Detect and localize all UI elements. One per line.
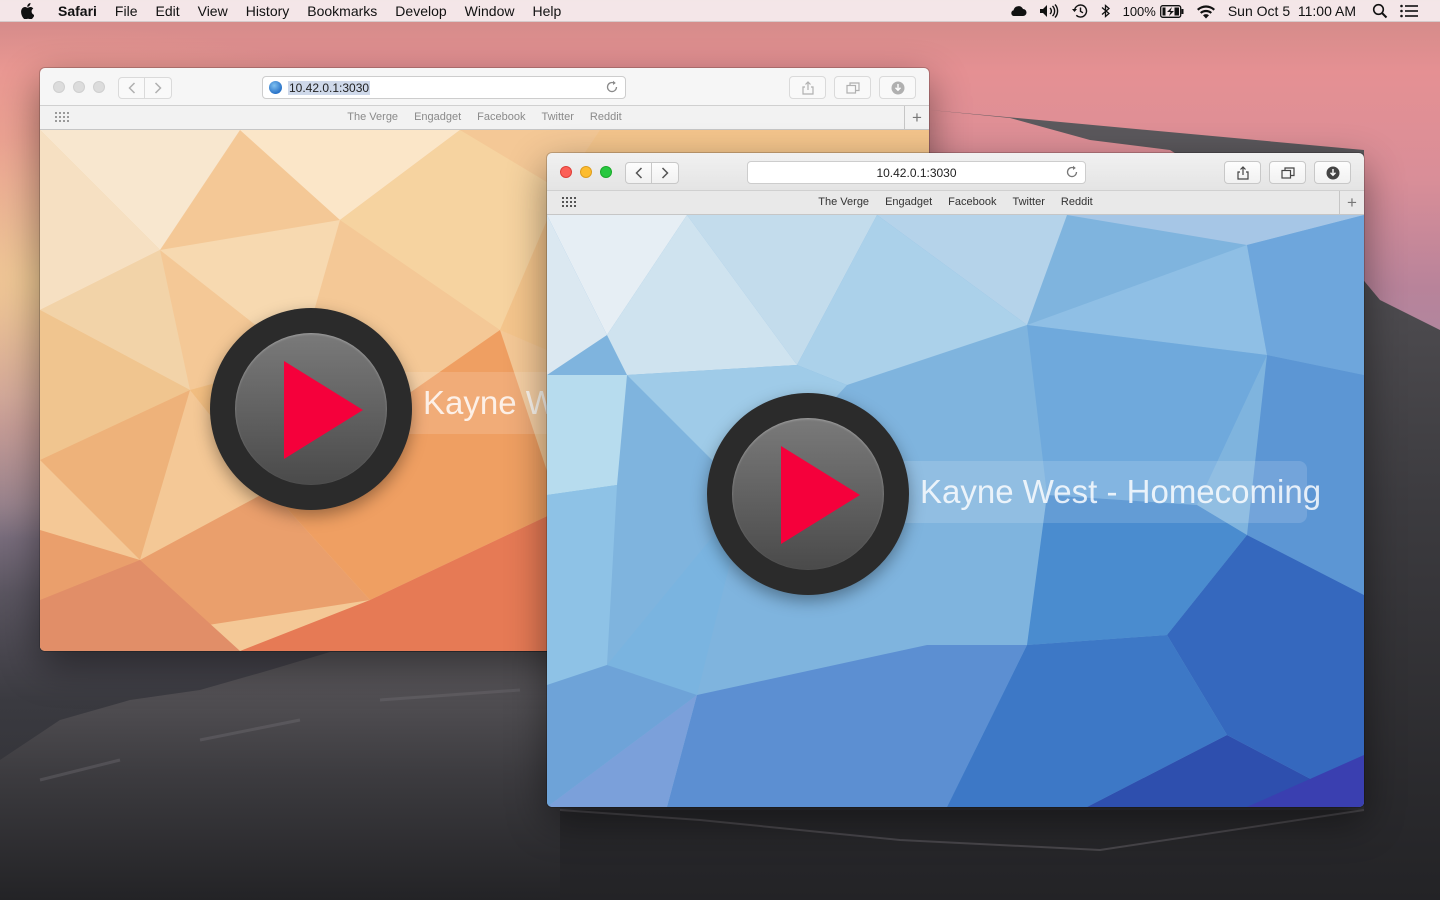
battery-percent[interactable]: 100% [1123,4,1156,19]
download-icon [1326,166,1339,179]
tabs-overview-button[interactable] [834,76,871,99]
address-bar[interactable]: 10.42.0.1:3030 [262,76,626,99]
reload-icon[interactable] [605,80,619,94]
toolbar: 10.42.0.1:3030 [40,68,929,106]
share-icon [1236,165,1249,180]
cloud-icon[interactable] [1009,5,1027,17]
plus-icon: + [1347,192,1357,212]
share-icon [801,80,814,95]
share-button[interactable] [789,76,826,99]
favorites-bar: The Verge Engadget Facebook Twitter Redd… [547,191,1364,215]
track-title: Kayne West - Homecoming [920,473,1322,510]
minimize-button[interactable] [73,81,85,93]
downloads-button[interactable] [879,76,916,99]
new-tab-button[interactable]: + [1339,191,1364,214]
toolbar: 10.42.0.1:3030 [547,153,1364,191]
favorite-twitter[interactable]: Twitter [1004,196,1052,208]
bluetooth-icon[interactable] [1101,3,1111,19]
zoom-button[interactable] [93,81,105,93]
play-button[interactable] [707,393,909,595]
favorite-the-verge[interactable]: The Verge [810,196,877,208]
battery-icon[interactable] [1159,4,1184,18]
status-area: 100% Sun Oct 5 11:00 AM [1009,0,1440,22]
new-tab-button[interactable]: + [904,106,929,129]
address-bar[interactable]: 10.42.0.1:3030 [747,161,1086,184]
page-content: Kayne West - Homecoming [547,215,1364,807]
favorite-reddit[interactable]: Reddit [582,111,630,123]
forward-button[interactable] [652,162,679,184]
favorite-facebook[interactable]: Facebook [940,196,1004,208]
menu-develop[interactable]: Develop [386,3,455,19]
chevron-left-icon [127,82,135,94]
menu-history[interactable]: History [237,3,299,19]
url-text[interactable]: 10.42.0.1:3030 [288,80,371,95]
forward-button[interactable] [145,77,172,99]
favorites-list: The Verge Engadget Facebook Twitter Redd… [40,111,929,123]
tabs-icon [1280,166,1295,179]
volume-icon[interactable] [1039,4,1059,18]
chevron-left-icon [634,167,642,179]
globe-icon [269,81,282,94]
downloads-button[interactable] [1314,161,1351,184]
spotlight-icon[interactable] [1372,3,1388,19]
tabs-icon [845,81,860,94]
close-button[interactable] [53,81,65,93]
menu-view[interactable]: View [189,3,237,19]
back-button[interactable] [118,77,145,99]
menu-window[interactable]: Window [456,3,524,19]
back-button[interactable] [625,162,652,184]
nav-buttons [118,77,172,99]
favorite-engadget[interactable]: Engadget [406,111,469,123]
time-machine-icon[interactable] [1071,3,1089,19]
favorite-twitter[interactable]: Twitter [533,111,581,123]
play-button[interactable] [210,308,412,510]
play-icon [284,361,363,459]
apple-icon[interactable] [20,2,40,19]
download-icon [891,81,904,94]
tabs-overview-button[interactable] [1269,161,1306,184]
window-controls [560,166,612,178]
nav-buttons [625,162,679,184]
minimize-button[interactable] [580,166,592,178]
menu-bookmarks[interactable]: Bookmarks [298,3,386,19]
chevron-right-icon [154,82,162,94]
notification-center-icon[interactable] [1400,4,1418,18]
window-controls [53,81,105,93]
favorite-engadget[interactable]: Engadget [877,196,940,208]
menu-file[interactable]: File [106,3,147,19]
menu-edit[interactable]: Edit [146,3,188,19]
favorite-the-verge[interactable]: The Verge [339,111,406,123]
share-button[interactable] [1224,161,1261,184]
wifi-icon[interactable] [1196,4,1216,19]
clock-datetime[interactable]: Sun Oct 5 11:00 AM [1228,3,1356,19]
zoom-button[interactable] [600,166,612,178]
favorites-list: The Verge Engadget Facebook Twitter Redd… [547,196,1364,208]
favorites-bar: The Verge Engadget Facebook Twitter Redd… [40,106,929,130]
menu-bar: Safari File Edit View History Bookmarks … [0,0,1440,22]
safari-window-front[interactable]: 10.42.0.1:3030 The Verge Engadget Facebo… [547,153,1364,807]
plus-icon: + [912,107,922,127]
url-text[interactable]: 10.42.0.1:3030 [748,166,1085,180]
menu-app-safari[interactable]: Safari [54,3,106,19]
play-icon [781,446,860,544]
close-button[interactable] [560,166,572,178]
track-label: Kayne West - Homecoming [877,461,1321,523]
chevron-right-icon [661,167,669,179]
favorite-facebook[interactable]: Facebook [469,111,533,123]
menu-help[interactable]: Help [523,3,570,19]
reload-icon[interactable] [1065,165,1079,179]
favorite-reddit[interactable]: Reddit [1053,196,1101,208]
